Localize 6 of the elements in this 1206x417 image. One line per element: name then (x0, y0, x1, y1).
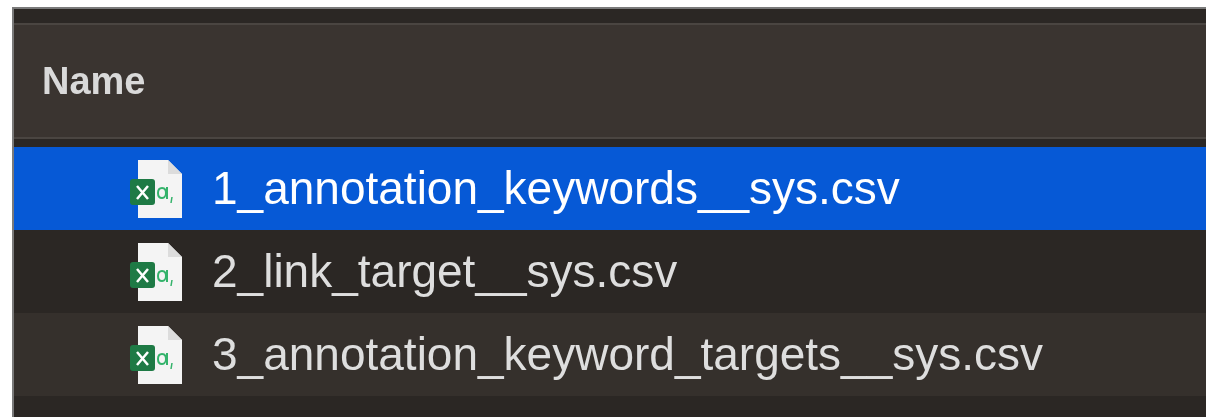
file-name: 1_annotation_keywords__sys.csv (212, 161, 900, 216)
file-name: 2_link_target__sys.csv (212, 244, 678, 299)
file-row[interactable]: 3_annotation_keyword_targets__sys.csv (14, 313, 1206, 396)
column-label[interactable]: Name (42, 52, 146, 110)
file-name: 3_annotation_keyword_targets__sys.csv (212, 327, 1044, 382)
file-row[interactable]: 1_annotation_keywords__sys.csv (14, 147, 1206, 230)
